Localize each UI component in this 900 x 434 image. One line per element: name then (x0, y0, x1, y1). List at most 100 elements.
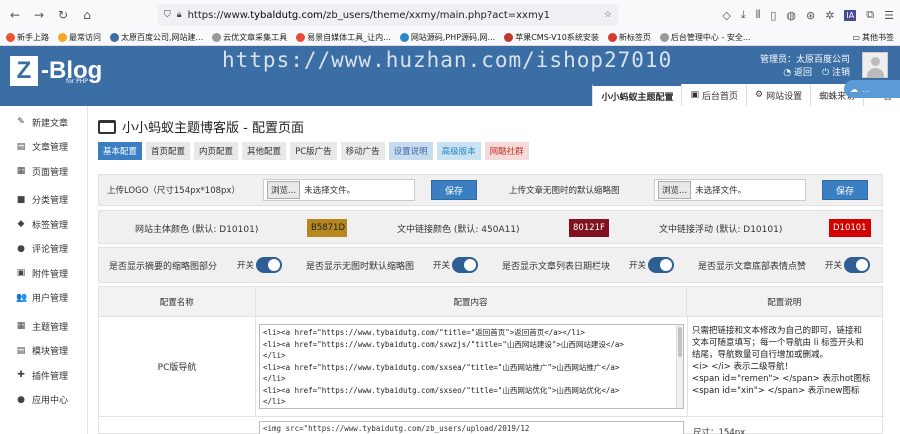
star-icon[interactable]: ☆ (604, 10, 612, 20)
bookmark-favicon-icon (212, 33, 222, 42)
sidebar-item[interactable]: ● 评论管理 (0, 237, 87, 262)
code-line: </li> (263, 397, 286, 406)
sidebar-icon: ■ (16, 194, 26, 205)
library-icon[interactable]: ⫴ (756, 8, 761, 22)
sidebar-item[interactable]: ▦ 页面管理 (0, 159, 87, 184)
table-row: PC版导航 <li><a href="https://www.tybaidutg… (99, 317, 884, 417)
config-tab[interactable]: 设置说明 (388, 142, 433, 160)
sidebar-item[interactable]: ✎ 新建文章 (0, 110, 87, 135)
toggle-label-thumb: 是否显示摘要的缩略图部分 (109, 262, 218, 272)
bookmark-favicon-icon (659, 33, 669, 42)
toggle-row: 是否显示摘要的缩略图部分 开关 是否显示无图时默认缩略图 开关 是否显示文章列表… (98, 247, 883, 283)
ext-globe-icon[interactable]: ◍ (786, 9, 796, 22)
bookmark-item[interactable]: 后台管理中心 - 安全... (659, 32, 750, 43)
sidebar-item[interactable]: ✚ 插件管理 (0, 363, 87, 388)
home-icon[interactable]: ⌂ (78, 6, 96, 24)
next-code-textarea[interactable]: <img src="https://www.tybaidutg.com/zb_u… (259, 421, 684, 434)
upload-row: 上传LOGO（尺寸154px*108px） 浏览... 未选择文件。 保存 上传… (98, 174, 883, 206)
shield-ext-icon[interactable]: ◇ (722, 9, 730, 22)
nav-code-textarea[interactable]: <li><a href="https://www.tybaidutg.com/"… (259, 324, 684, 409)
bookmark-item[interactable]: 网站源码,PHP源码,网... (399, 32, 495, 43)
sidebar-item[interactable]: 👥 用户管理 (0, 286, 87, 311)
download-icon[interactable]: ⤓ (741, 8, 746, 22)
sidebar-item[interactable]: ◆ 标签管理 (0, 212, 87, 237)
lock-icon: 🔒︎ (176, 10, 182, 20)
switch-knob (256, 257, 283, 273)
tablet-icon[interactable]: ▯ (770, 9, 776, 22)
config-tab[interactable]: 高级版本 (436, 142, 481, 160)
code-line: </li> (263, 374, 286, 383)
config-tab[interactable]: 其他配置 (242, 142, 287, 160)
sidebar-item[interactable]: ▣ 附件管理 (0, 261, 87, 286)
ext-search-icon[interactable]: ⊛ (806, 9, 815, 22)
toggle-thumb[interactable]: 开关 (237, 257, 283, 273)
forward-icon[interactable]: → (30, 6, 48, 24)
switch-knob (452, 257, 479, 273)
bookmark-item[interactable]: 新标签页 (607, 32, 651, 43)
header-content: 配置内容 (256, 287, 687, 316)
admin-label: 管理员：太原百度公司 (759, 55, 850, 65)
tab-icon: ▣ (690, 90, 699, 100)
sidebar-item[interactable]: ▤ 模块管理 (0, 339, 87, 364)
other-bookmarks[interactable]: ▭ 其他书签 (852, 32, 894, 43)
ext-puzzle-icon[interactable]: ✲ (825, 9, 834, 22)
zblog-logo[interactable]: Z -Blog (10, 56, 102, 86)
color-input-link[interactable]: 80121F (569, 219, 609, 237)
sidebar-item[interactable]: ▤ 文章管理 (0, 135, 87, 160)
top-tab[interactable]: 小小蚂蚁主题配置 (592, 84, 682, 106)
bookmark-item[interactable]: 易景自媒体工具_让内... (296, 32, 391, 43)
avatar[interactable] (862, 52, 888, 78)
config-tab[interactable]: PC版广告 (290, 142, 337, 160)
bookmark-item[interactable]: 太原百度公司,网站建... (110, 32, 203, 43)
logo-file-input[interactable]: 浏览... 未选择文件。 (263, 179, 415, 201)
bookmark-item[interactable]: 云优文章采集工具 (212, 32, 287, 43)
extensions-icon[interactable]: ⧉ (866, 8, 874, 22)
reload-icon[interactable]: ↻ (54, 6, 72, 24)
logo-browse-button[interactable]: 浏览... (267, 181, 301, 199)
user-info: 管理员：太原百度公司 ◔ 返回 ⏻ 注销 (760, 54, 850, 80)
cloud-badge[interactable]: ☁… (844, 80, 900, 98)
url-text[interactable]: https://www.tybaldutg.com/zb_users/theme… (188, 10, 598, 21)
address-bar[interactable]: ⛉ 🔒︎ https://www.tybaldutg.com/zb_users/… (158, 4, 618, 26)
logo-save-button[interactable]: 保存 (431, 180, 477, 200)
thumb-file-input[interactable]: 浏览... 未选择文件。 (654, 179, 806, 201)
thumb-save-button[interactable]: 保存 (822, 180, 868, 200)
color-input-hover[interactable]: D10101 (829, 219, 871, 237)
sidebar-item[interactable]: ■ 分类管理 (0, 188, 87, 213)
toggle-date[interactable]: 开关 (629, 257, 675, 273)
color-row: 网站主体颜色 (默认: D10101) B5871D 文中链接颜色 (默认: 4… (98, 210, 883, 244)
color-label-main: 网站主体颜色 (默认: D10101) (135, 225, 259, 235)
bookmark-item[interactable]: 最常访问 (58, 32, 101, 43)
toggle-like[interactable]: 开关 (825, 257, 871, 273)
sidebar-item[interactable]: ▦ 主题管理 (0, 314, 87, 339)
sidebar-icon: ● (17, 394, 25, 405)
bookmark-item[interactable]: 新手上路 (6, 32, 49, 43)
config-tab[interactable]: 内页配置 (194, 142, 239, 160)
back-icon[interactable]: ← (6, 6, 24, 24)
menu-icon[interactable]: ☰ (884, 9, 894, 22)
config-tab[interactable]: 网酷社群 (484, 142, 529, 160)
row-desc: 只需把链接和文本修改为自己的即可，链接和 文本可随意填写；每一个导航由 li 标签… (688, 317, 884, 416)
ext-ia-icon[interactable]: IA (844, 9, 857, 21)
textarea-scrollbar[interactable] (676, 325, 683, 408)
config-tab[interactable]: 基本配置 (98, 142, 143, 160)
desc-line: 结尾，导航数量可自行增加或删减。 (692, 350, 829, 360)
code-line: </li> (263, 351, 286, 360)
return-link[interactable]: ◔ 返回 (783, 67, 812, 80)
browser-toolbar: ← → ↻ ⌂ ⛉ 🔒︎ https://www.tybaldutg.com/z… (0, 0, 900, 30)
sidebar-item[interactable]: ● 应用中心 (0, 388, 87, 413)
logo-upload-label: 上传LOGO（尺寸154px*108px） (107, 186, 240, 196)
thumb-browse-button[interactable]: 浏览... (658, 181, 692, 199)
toggle-default-thumb[interactable]: 开关 (433, 257, 479, 273)
top-tab[interactable]: ⚙ 网站设置 (746, 84, 811, 106)
sidebar-icon: ▦ (16, 321, 26, 332)
sidebar: ✎ 新建文章 ▤ 文章管理 ▦ 页面管理 ■ 分类管理 ◆ 标签管理 ● 评论管理 ▣ 附件管理 👥 用户管理… (0, 106, 88, 434)
bookmark-item[interactable]: 苹果CMS-V10系统安装 (504, 32, 599, 43)
config-tab[interactable]: 首页配置 (146, 142, 191, 160)
config-table: 配置名称 配置内容 配置说明 PC版导航 <li><a href="https:… (98, 286, 884, 434)
top-tab[interactable]: ▣ 后台首页 (681, 84, 747, 106)
logout-link[interactable]: ⏻ 注销 (822, 67, 850, 80)
toggle-label-default-thumb: 是否显示无图时默认缩略图 (306, 262, 415, 272)
config-tab[interactable]: 移动广告 (340, 142, 385, 160)
color-input-main[interactable]: B5871D (307, 219, 347, 237)
